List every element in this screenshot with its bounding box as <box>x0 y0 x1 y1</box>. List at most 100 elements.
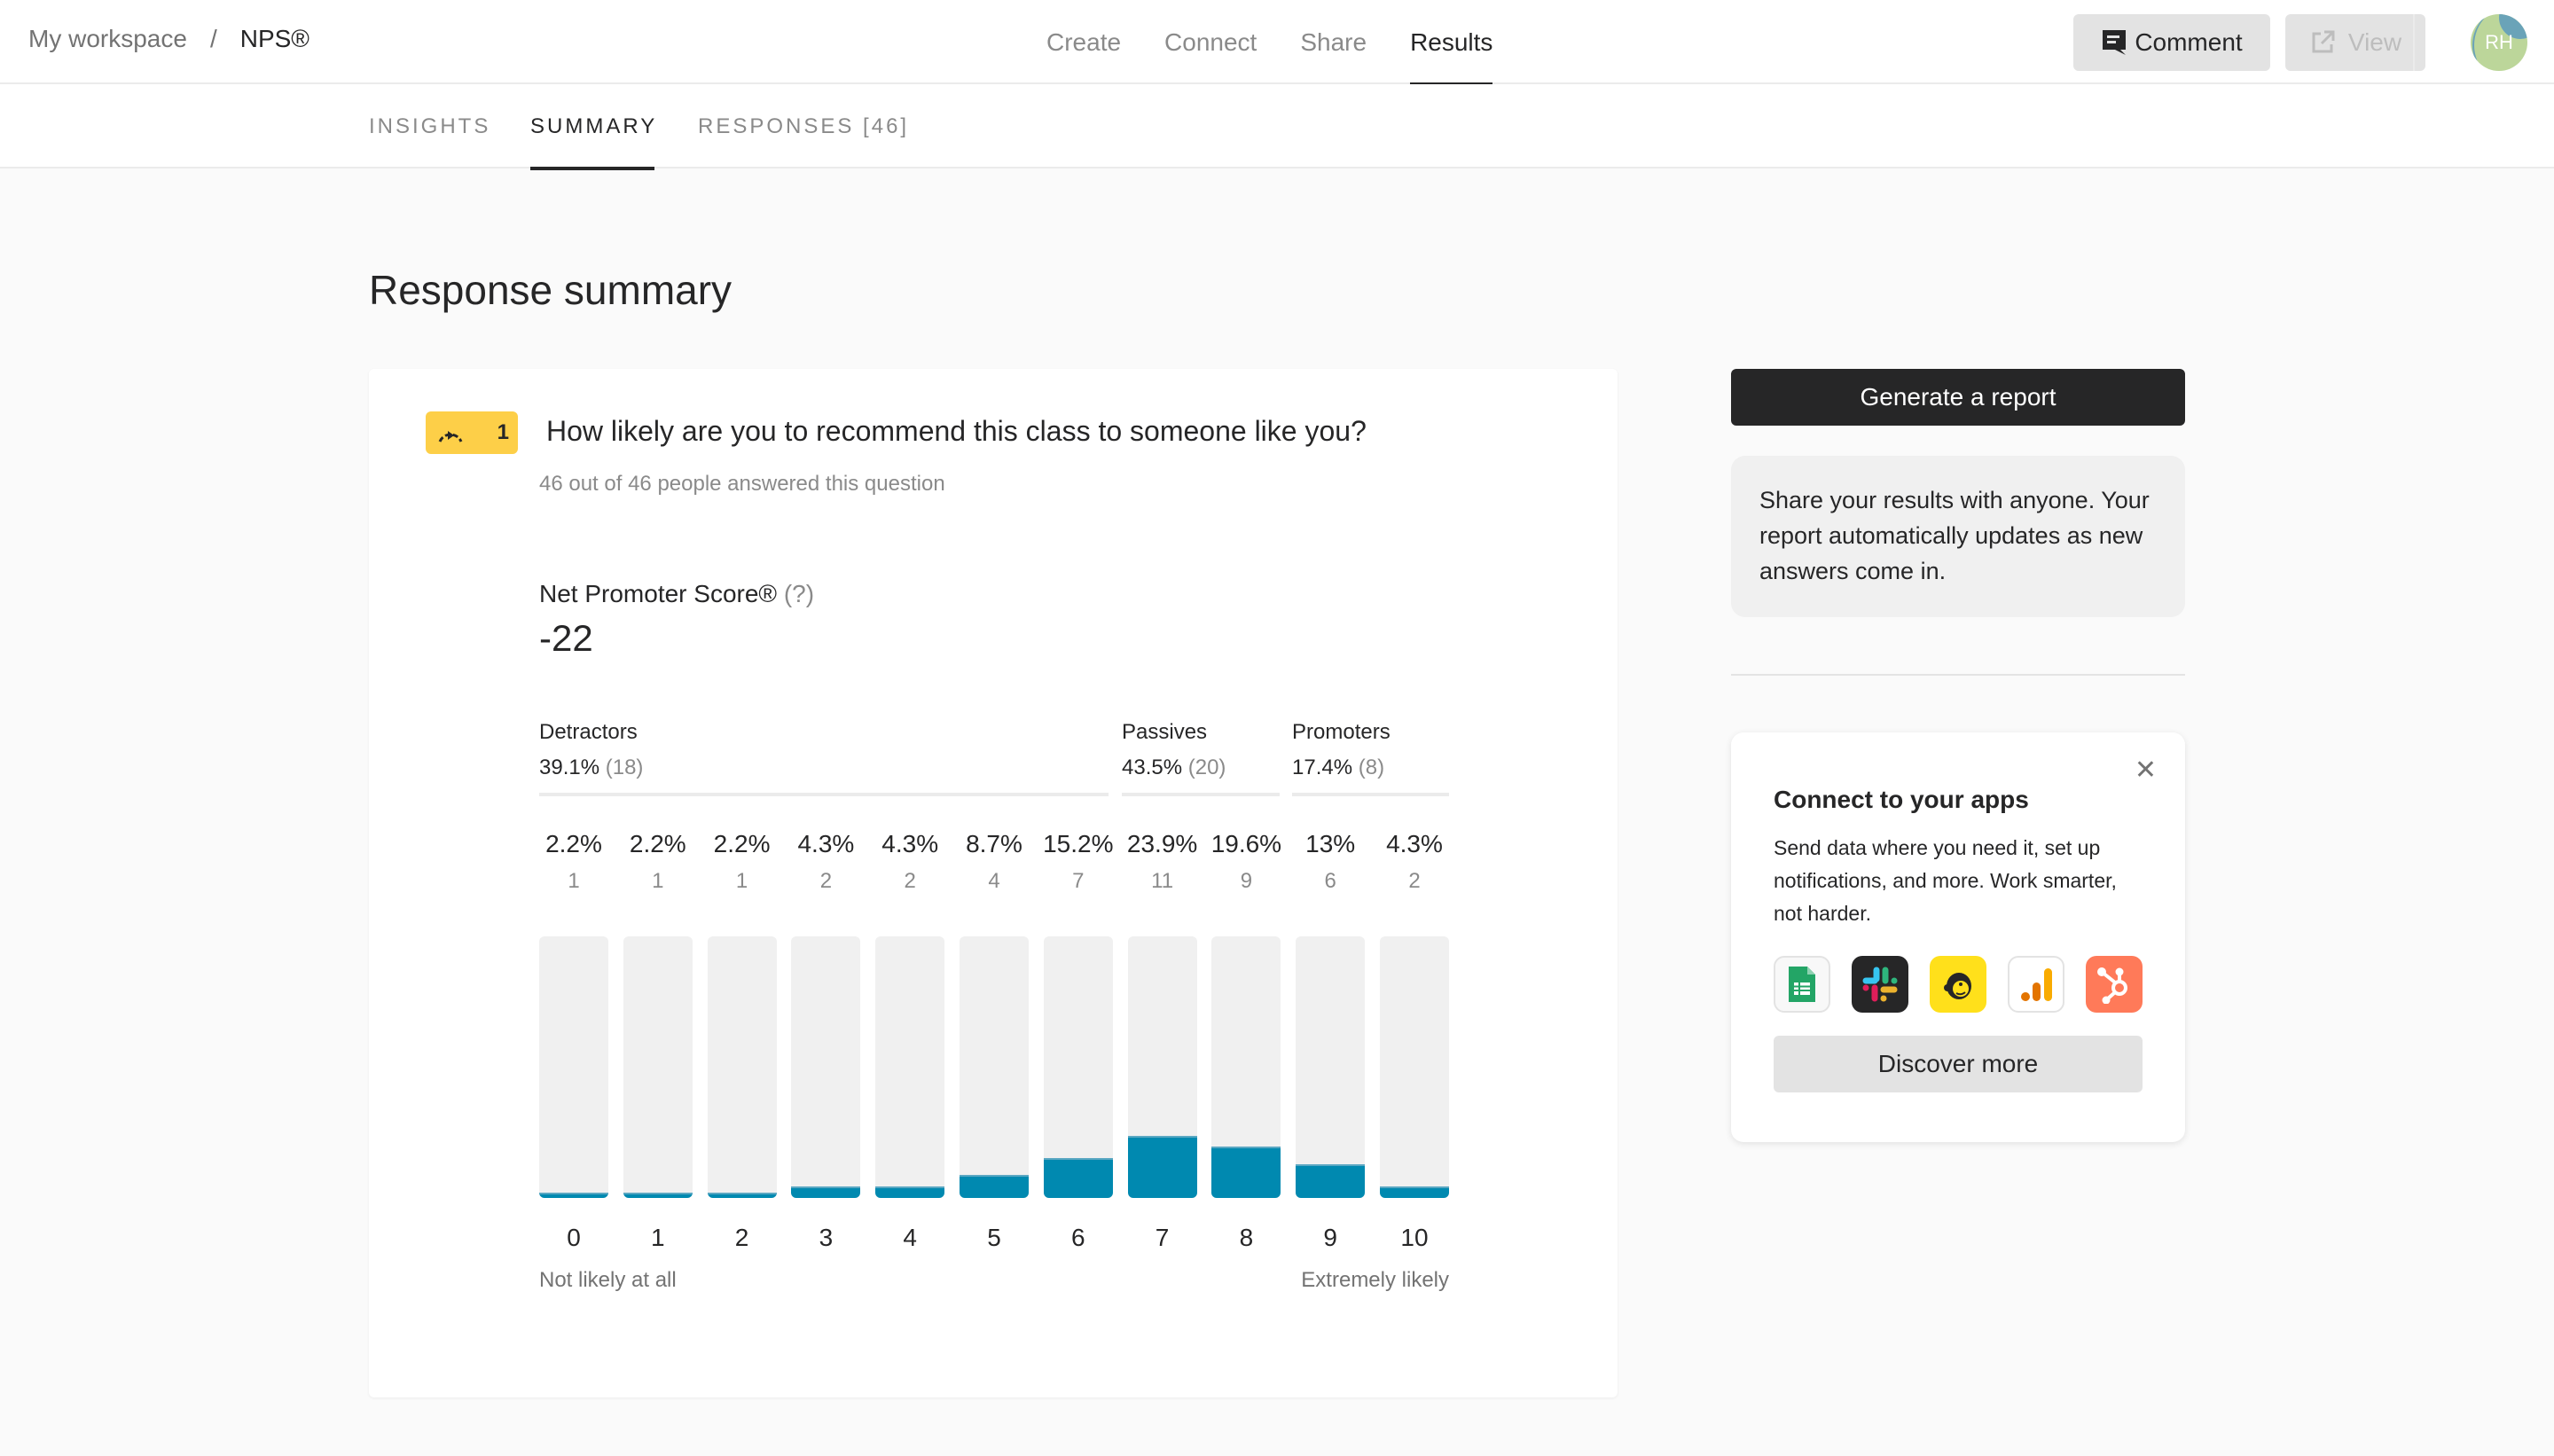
bar-fill <box>1211 1147 1281 1198</box>
question-number: 1 <box>497 420 509 444</box>
group-divider <box>1292 793 1449 796</box>
discover-more-button[interactable]: Discover more <box>1774 1036 2143 1092</box>
mailchimp-icon[interactable] <box>1930 956 1986 1013</box>
nav-results[interactable]: Results <box>1410 0 1493 86</box>
breadcrumb: My workspace / NPS® <box>28 25 309 53</box>
bar-column: 4.3% 2 4 <box>875 830 945 1327</box>
group-count: (8) <box>1358 755 1385 779</box>
google-analytics-icon[interactable] <box>2008 956 2064 1013</box>
question-summary-card: 1 How likely are you to recommend this c… <box>369 369 1618 1397</box>
bar-fill <box>1296 1163 1366 1198</box>
bar-percent-label: 4.3% <box>1386 830 1443 857</box>
breadcrumb-workspace[interactable]: My workspace <box>28 25 187 53</box>
bar-fill <box>960 1175 1029 1198</box>
group-name: Passives <box>1122 720 1208 744</box>
x-tick-label: 2 <box>734 1224 749 1251</box>
bar-track <box>707 936 777 1198</box>
group-value: 17.4% (8) <box>1292 755 1449 780</box>
breadcrumb-form-name[interactable]: NPS® <box>240 25 309 53</box>
bar-count-label: 1 <box>652 869 664 893</box>
bar-column: 8.7% 4 5 <box>960 830 1029 1327</box>
tab-summary[interactable]: SUMMARY <box>530 84 657 170</box>
external-link-icon <box>2312 30 2335 53</box>
comment-label: Comment <box>2135 28 2243 56</box>
group-count: (20) <box>1187 755 1226 779</box>
x-tick-label: 4 <box>903 1224 917 1251</box>
x-tick-label: 9 <box>1323 1224 1337 1251</box>
tab-insights[interactable]: INSIGHTS <box>369 84 490 168</box>
bar-column: 23.9% 11 7 <box>1127 830 1197 1327</box>
nps-value: -22 <box>539 617 593 659</box>
group-passives: Passives 43.5% (20) <box>1122 720 1280 796</box>
group-promoters: Promoters 17.4% (8) <box>1292 720 1449 796</box>
bar-count-label: 4 <box>988 869 1000 893</box>
connect-title: Connect to your apps <box>1774 786 2029 813</box>
bar-count-label: 7 <box>1072 869 1085 893</box>
sidebar-divider <box>1731 674 2185 676</box>
bar-count-label: 2 <box>904 869 916 893</box>
bar-count-label: 9 <box>1240 869 1253 893</box>
app-icons <box>1774 956 2143 1013</box>
group-percent: 43.5% <box>1122 755 1183 779</box>
connect-apps-card: ✕ Connect to your apps Send data where y… <box>1731 732 2185 1142</box>
nav-connect[interactable]: Connect <box>1164 0 1257 84</box>
x-tick-label: 0 <box>567 1224 581 1251</box>
avatar-initials: RH <box>2485 31 2513 53</box>
group-value: 43.5% (20) <box>1122 755 1280 780</box>
bar-track <box>539 936 608 1198</box>
tab-responses[interactable]: RESPONSES [46] <box>698 84 909 168</box>
group-divider <box>1122 793 1280 796</box>
group-name: Detractors <box>539 720 638 744</box>
close-icon[interactable]: ✕ <box>2135 757 2157 784</box>
google-sheets-icon[interactable] <box>1774 956 1830 1013</box>
nps-label: Net Promoter Score® (?) <box>539 580 814 608</box>
bar-count-label: 1 <box>568 869 580 893</box>
group-percent: 17.4% <box>1292 755 1353 779</box>
main-nav: Create Connect Share Results <box>1046 0 1536 86</box>
nav-share[interactable]: Share <box>1300 0 1367 84</box>
bar-track <box>791 936 861 1198</box>
hubspot-icon[interactable] <box>2086 956 2143 1013</box>
bar-track <box>960 936 1029 1198</box>
bar-count-label: 11 <box>1151 869 1174 893</box>
scale-high-label: Extremely likely <box>1301 1268 1449 1292</box>
x-tick-label: 5 <box>987 1224 1001 1251</box>
x-tick-label: 6 <box>1071 1224 1085 1251</box>
bar-track <box>1296 936 1366 1198</box>
generate-report-button[interactable]: Generate a report <box>1731 369 2185 426</box>
group-percent: 39.1% <box>539 755 600 779</box>
bar-fill <box>791 1186 861 1198</box>
group-divider <box>539 793 1109 796</box>
header-divider <box>2413 14 2415 71</box>
nav-create[interactable]: Create <box>1046 0 1121 84</box>
comment-button[interactable]: Comment <box>2073 14 2270 71</box>
group-value: 39.1% (18) <box>539 755 1109 780</box>
user-avatar[interactable]: RH <box>2471 14 2527 71</box>
view-label: View <box>2347 28 2402 56</box>
connect-description: Send data where you need it, set up noti… <box>1774 836 2117 925</box>
bar-fill <box>1127 1135 1197 1198</box>
bar-column: 4.3% 2 3 <box>791 830 861 1327</box>
bar-fill <box>875 1186 945 1198</box>
nps-label-text: Net Promoter Score® <box>539 580 778 607</box>
bar-fill <box>539 1192 608 1198</box>
bar-track <box>875 936 945 1198</box>
bar-fill <box>1043 1158 1113 1198</box>
view-button[interactable]: View <box>2285 14 2425 71</box>
group-count: (18) <box>605 755 644 779</box>
x-tick-label: 7 <box>1155 1224 1170 1251</box>
slack-icon[interactable] <box>1852 956 1908 1013</box>
x-tick-label: 1 <box>651 1224 665 1251</box>
bar-track <box>1380 936 1449 1198</box>
nps-bar-chart: 2.2% 1 0 2.2% 1 1 2.2% 1 2 4.3% 2 3 4.3% 2 4 8.7% 4 5 15.2… <box>539 830 1449 1327</box>
bar-column: 2.2% 1 2 <box>707 830 777 1327</box>
bar-fill <box>1380 1186 1449 1198</box>
answered-count: 46 out of 46 people answered this questi… <box>539 472 945 496</box>
bar-track <box>1211 936 1281 1198</box>
results-tabs: INSIGHTS SUMMARY RESPONSES [46] <box>0 84 2554 170</box>
bar-column: 19.6% 9 8 <box>1211 830 1281 1327</box>
breadcrumb-separator: / <box>209 25 217 52</box>
bar-count-label: 2 <box>819 869 833 893</box>
bar-fill <box>623 1192 693 1198</box>
nps-help[interactable]: (?) <box>784 580 814 607</box>
